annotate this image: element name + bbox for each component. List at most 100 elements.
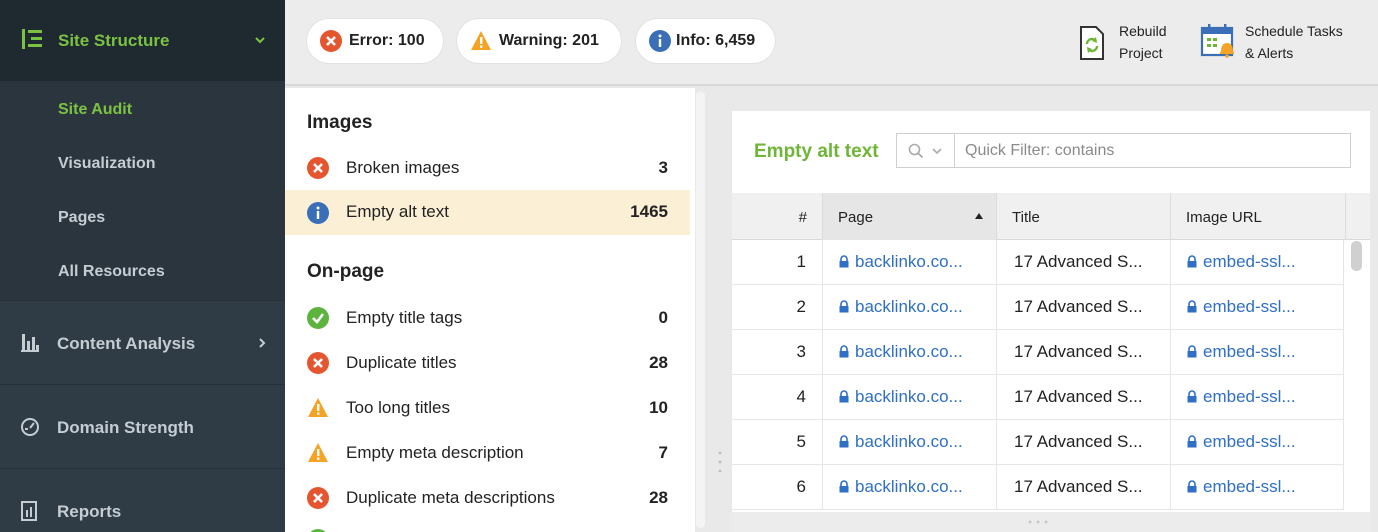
lock-icon bbox=[1187, 255, 1197, 268]
cell-title: 17 Advanced S... bbox=[997, 285, 1171, 330]
table-header: # Page Title Image URL bbox=[732, 193, 1370, 240]
issue-count: 28 bbox=[649, 488, 668, 507]
error-icon bbox=[320, 30, 342, 52]
schedule-label-line1: Schedule Tasks bbox=[1245, 23, 1343, 39]
cell-number: 1 bbox=[732, 240, 823, 285]
resize-grip-icon[interactable] bbox=[1026, 520, 1050, 524]
table-row[interactable]: 4 backlinko.co... 17 Advanced S... embed-ss… bbox=[732, 375, 1344, 420]
sidebar-item-domain-strength[interactable]: Domain Strength bbox=[0, 384, 285, 468]
check-icon bbox=[307, 307, 329, 329]
cell-page-link[interactable]: backlinko.co... bbox=[823, 375, 997, 420]
filter-mode-dropdown[interactable] bbox=[897, 134, 955, 167]
error-count: Error: 100 bbox=[349, 32, 425, 49]
rebuild-label-line2: Project bbox=[1119, 45, 1163, 61]
sidebar-item-all-resources[interactable]: All Resources bbox=[58, 263, 165, 281]
lock-icon bbox=[839, 345, 849, 358]
cell-title: 17 Advanced S... bbox=[997, 240, 1171, 285]
cell-image-url-link[interactable]: embed-ssl... bbox=[1171, 330, 1344, 375]
column-header-title[interactable]: Title bbox=[997, 193, 1171, 240]
quick-filter-input[interactable] bbox=[957, 134, 1349, 167]
info-filter-button[interactable]: Info: 6,459 bbox=[636, 19, 775, 63]
issue-count: 7 bbox=[658, 443, 668, 462]
column-header-image-url[interactable]: Image URL bbox=[1171, 193, 1346, 240]
error-filter-button[interactable]: Error: 100 bbox=[307, 19, 443, 63]
search-icon bbox=[908, 143, 924, 159]
lock-icon bbox=[839, 300, 849, 313]
table-row[interactable]: 3 backlinko.co... 17 Advanced S... embed-ss… bbox=[732, 330, 1344, 375]
issues-scrollbar[interactable] bbox=[696, 92, 705, 528]
lock-icon bbox=[1187, 435, 1197, 448]
panel-splitter[interactable] bbox=[695, 88, 732, 532]
sidebar-item-site-structure[interactable]: Site Structure bbox=[0, 0, 285, 81]
cell-image-url-link[interactable]: embed-ssl... bbox=[1171, 240, 1344, 285]
cell-image-url-link[interactable]: embed-ssl... bbox=[1171, 420, 1344, 465]
cell-page-link[interactable]: backlinko.co... bbox=[823, 420, 997, 465]
cell-image-url-link[interactable]: embed-ssl... bbox=[1171, 285, 1344, 330]
sort-ascending-icon bbox=[975, 213, 983, 219]
issue-label: Duplicate titles bbox=[346, 353, 457, 372]
issue-row-empty-title-tags[interactable]: Empty title tags 0 bbox=[285, 295, 690, 340]
cell-title: 17 Advanced S... bbox=[997, 465, 1171, 510]
group-title-on-page: On-page bbox=[307, 261, 385, 282]
issue-label: Broken images bbox=[346, 158, 460, 177]
sidebar-item-label: Content Analysis bbox=[57, 334, 196, 353]
cell-page-link[interactable]: backlinko.co... bbox=[823, 330, 997, 375]
sidebar-item-site-audit[interactable]: Site Audit bbox=[58, 101, 132, 119]
bar-chart-icon bbox=[21, 334, 39, 352]
table-row[interactable]: 5 backlinko.co... 17 Advanced S... embed-ss… bbox=[732, 420, 1344, 465]
issue-row-empty-meta-description[interactable]: Empty meta description 7 bbox=[285, 430, 690, 475]
warning-icon bbox=[308, 443, 328, 462]
cell-number: 6 bbox=[732, 465, 823, 510]
issue-count: 10 bbox=[649, 398, 668, 417]
error-icon bbox=[307, 487, 329, 509]
issue-row-too-long-titles[interactable]: Too long titles 10 bbox=[285, 385, 690, 430]
warning-icon bbox=[471, 31, 491, 50]
cell-image-url-link[interactable]: embed-ssl... bbox=[1171, 465, 1344, 510]
cell-page-link[interactable]: backlinko.co... bbox=[823, 465, 997, 510]
cell-page-link[interactable]: backlinko.co... bbox=[823, 240, 997, 285]
table-row[interactable]: 2 backlinko.co... 17 Advanced S... embed-ss… bbox=[732, 285, 1344, 330]
issue-row-broken-images[interactable]: Broken images 3 bbox=[285, 145, 690, 190]
issue-label: Empty meta description bbox=[346, 443, 524, 462]
column-header-number[interactable]: # bbox=[732, 193, 823, 240]
detail-title: Empty alt text bbox=[754, 141, 879, 162]
chevron-down-icon bbox=[932, 148, 942, 155]
lock-icon bbox=[839, 480, 849, 493]
rebuild-label-line1: Rebuild bbox=[1119, 23, 1167, 39]
error-icon bbox=[307, 157, 329, 179]
warning-filter-button[interactable]: Warning: 201 bbox=[457, 19, 621, 63]
issue-row-duplicate-meta-descriptions[interactable]: Duplicate meta descriptions 28 bbox=[285, 475, 690, 520]
cell-page-link[interactable]: backlinko.co... bbox=[823, 285, 997, 330]
sidebar-item-visualization[interactable]: Visualization bbox=[58, 155, 156, 173]
sidebar-item-label: Domain Strength bbox=[57, 418, 194, 437]
issue-label: Duplicate meta descriptions bbox=[346, 488, 555, 507]
table-row[interactable]: 1 backlinko.co... 17 Advanced S... embed-ss… bbox=[732, 240, 1344, 285]
schedule-label-line2: & Alerts bbox=[1245, 45, 1294, 61]
issue-count: 3 bbox=[658, 158, 668, 177]
cell-number: 3 bbox=[732, 330, 823, 375]
sidebar-item-pages[interactable]: Pages bbox=[58, 209, 105, 227]
top-toolbar: Error: 100 Warning: 201 Info: 6,459 Rebu… bbox=[285, 0, 1378, 86]
sidebar-submenu: Site Audit Visualization Pages All Resou… bbox=[0, 81, 285, 300]
sidebar-item-content-analysis[interactable]: Content Analysis bbox=[0, 300, 285, 384]
lock-icon bbox=[839, 435, 849, 448]
cell-image-url-link[interactable]: embed-ssl... bbox=[1171, 375, 1344, 420]
issue-row-empty-alt-text[interactable]: Empty alt text 1465 bbox=[285, 190, 690, 235]
table-scrollbar[interactable] bbox=[1346, 240, 1370, 510]
chevron-right-icon bbox=[259, 338, 266, 348]
detail-panel: Empty alt text # Page Title Image URL bbox=[732, 111, 1370, 532]
sidebar-item-reports[interactable]: Reports bbox=[0, 468, 285, 532]
quick-filter bbox=[896, 133, 1351, 168]
chevron-down-icon bbox=[255, 37, 265, 44]
lock-icon bbox=[1187, 300, 1197, 313]
warning-icon bbox=[308, 398, 328, 417]
issue-count: 28 bbox=[649, 353, 668, 372]
list-icon bbox=[22, 29, 42, 49]
issue-row-duplicate-titles[interactable]: Duplicate titles 28 bbox=[285, 340, 690, 385]
info-count: Info: 6,459 bbox=[676, 32, 756, 49]
scrollbar-thumb[interactable] bbox=[1351, 241, 1362, 271]
sidebar-item-label: Site Structure bbox=[58, 31, 170, 50]
issue-count: 0 bbox=[658, 308, 668, 327]
column-header-page[interactable]: Page bbox=[823, 193, 997, 240]
table-row[interactable]: 6 backlinko.co... 17 Advanced S... embed-ss… bbox=[732, 465, 1344, 510]
